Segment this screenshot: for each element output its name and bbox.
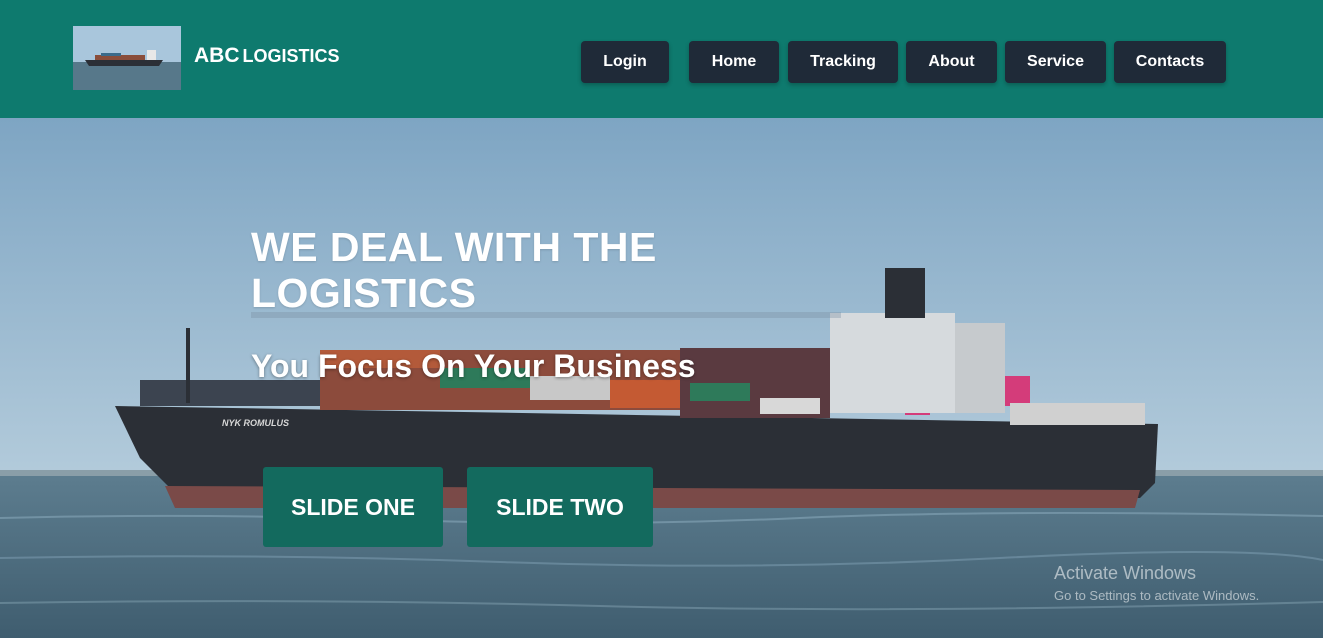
headline-line-1: WE DEAL WITH THE bbox=[251, 224, 657, 270]
brand-name: ABC LOGISTICS bbox=[194, 44, 340, 68]
brand-main: ABC bbox=[194, 44, 240, 67]
nav-login-button[interactable]: Login bbox=[581, 41, 669, 83]
nav-service-button[interactable]: Service bbox=[1005, 41, 1106, 83]
watermark-title: Activate Windows bbox=[1054, 563, 1197, 583]
headline-line-2: LOGISTICS bbox=[251, 270, 477, 316]
hero-subheadline: You Focus On Your Business bbox=[251, 348, 696, 384]
slide-two-button[interactable]: SLIDE TWO bbox=[467, 467, 653, 547]
nav-home-button[interactable]: Home bbox=[689, 41, 779, 83]
logo-ship-image[interactable] bbox=[73, 26, 181, 90]
watermark-subtitle: Go to Settings to activate Windows. bbox=[1054, 588, 1260, 603]
headline-underline bbox=[251, 312, 841, 318]
nav-tracking-button[interactable]: Tracking bbox=[788, 41, 898, 83]
activate-windows-watermark: Activate Windows Go to Settings to activ… bbox=[1054, 563, 1259, 603]
hero-section: NYK ROMULUS WE DEAL WITH THE LOGISTICS Y… bbox=[0, 118, 1323, 638]
ship-name-label: NYK ROMULUS bbox=[222, 418, 289, 428]
site-header: ABC LOGISTICS Login Home Tracking About S… bbox=[0, 0, 1323, 118]
brand-sub: LOGISTICS bbox=[242, 46, 340, 66]
slide-one-button[interactable]: SLIDE ONE bbox=[263, 467, 443, 547]
nav-about-button[interactable]: About bbox=[906, 41, 997, 83]
hero-headline: WE DEAL WITH THE LOGISTICS bbox=[251, 224, 841, 316]
nav-contacts-button[interactable]: Contacts bbox=[1114, 41, 1226, 83]
